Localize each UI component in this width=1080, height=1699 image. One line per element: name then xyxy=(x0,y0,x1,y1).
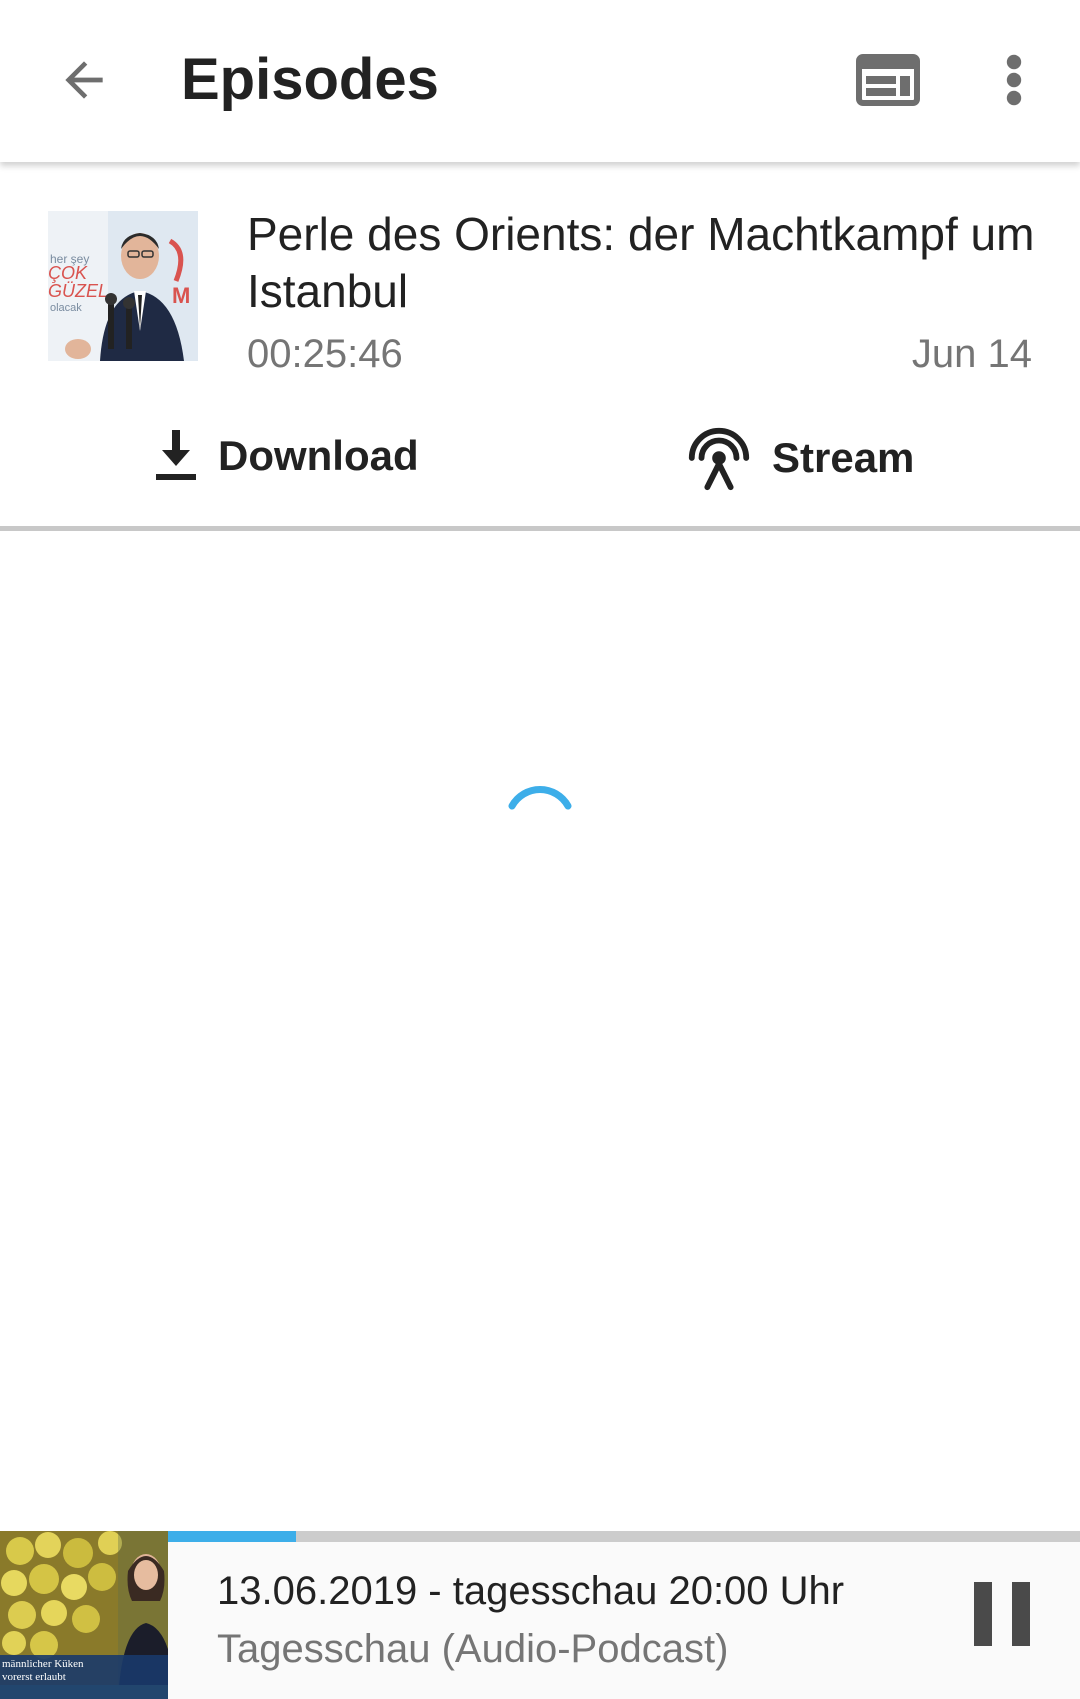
player-podcast-name: Tagesschau (Audio-Podcast) xyxy=(217,1627,729,1671)
svg-text:vorerst erlaubt: vorerst erlaubt xyxy=(2,1671,66,1683)
player-episode-title: 13.06.2019 - tagesschau 20:00 Uhr xyxy=(217,1569,845,1613)
more-vert-icon xyxy=(1006,54,1022,106)
page-title: Episodes xyxy=(181,47,439,112)
svg-text:GÜZEL: GÜZEL xyxy=(48,281,108,301)
mini-player[interactable]: männlicher Küken vorerst erlaubt 13.06.2… xyxy=(0,1531,1080,1699)
episode-date: Jun 14 xyxy=(911,332,1032,376)
open-website-button[interactable] xyxy=(846,44,930,116)
more-options-button[interactable] xyxy=(984,44,1044,116)
pause-icon xyxy=(974,1582,1030,1646)
stream-label: Stream xyxy=(772,434,915,481)
episode-title: Perle des Orients: der Machtkampf um Ist… xyxy=(247,208,1035,317)
stream-button[interactable]: Stream xyxy=(684,418,914,498)
pause-button[interactable] xyxy=(960,1569,1044,1659)
podcast-cover-image: männlicher Küken vorerst erlaubt xyxy=(0,1531,168,1699)
episode-cover-image: her şey ÇOK GÜZEL olacak M xyxy=(48,211,198,361)
download-button[interactable]: Download xyxy=(152,416,419,496)
episode-duration: 00:25:46 xyxy=(247,332,403,376)
svg-text:männlicher Küken: männlicher Küken xyxy=(2,1658,84,1670)
back-button[interactable] xyxy=(44,40,124,120)
loading-spinner-icon xyxy=(500,776,580,856)
svg-text:M: M xyxy=(172,283,190,308)
svg-text:ÇOK: ÇOK xyxy=(48,263,88,283)
episode-header: her şey ÇOK GÜZEL olacak M Perle des Ori… xyxy=(0,162,1080,530)
svg-text:olacak: olacak xyxy=(50,302,82,314)
app-toolbar: Episodes xyxy=(0,0,1080,162)
playback-progress-bar[interactable] xyxy=(168,1531,1080,1542)
episodes-screen: Episodes her şey ÇOK GÜZEL olacak M Perl… xyxy=(0,0,1080,1699)
download-icon xyxy=(156,430,196,480)
playback-progress-fill xyxy=(168,1531,296,1542)
download-label: Download xyxy=(218,432,419,479)
web-view-icon xyxy=(856,54,920,106)
episode-content xyxy=(0,531,1080,1530)
stream-antenna-icon xyxy=(688,427,750,491)
arrow-back-icon xyxy=(65,61,103,99)
